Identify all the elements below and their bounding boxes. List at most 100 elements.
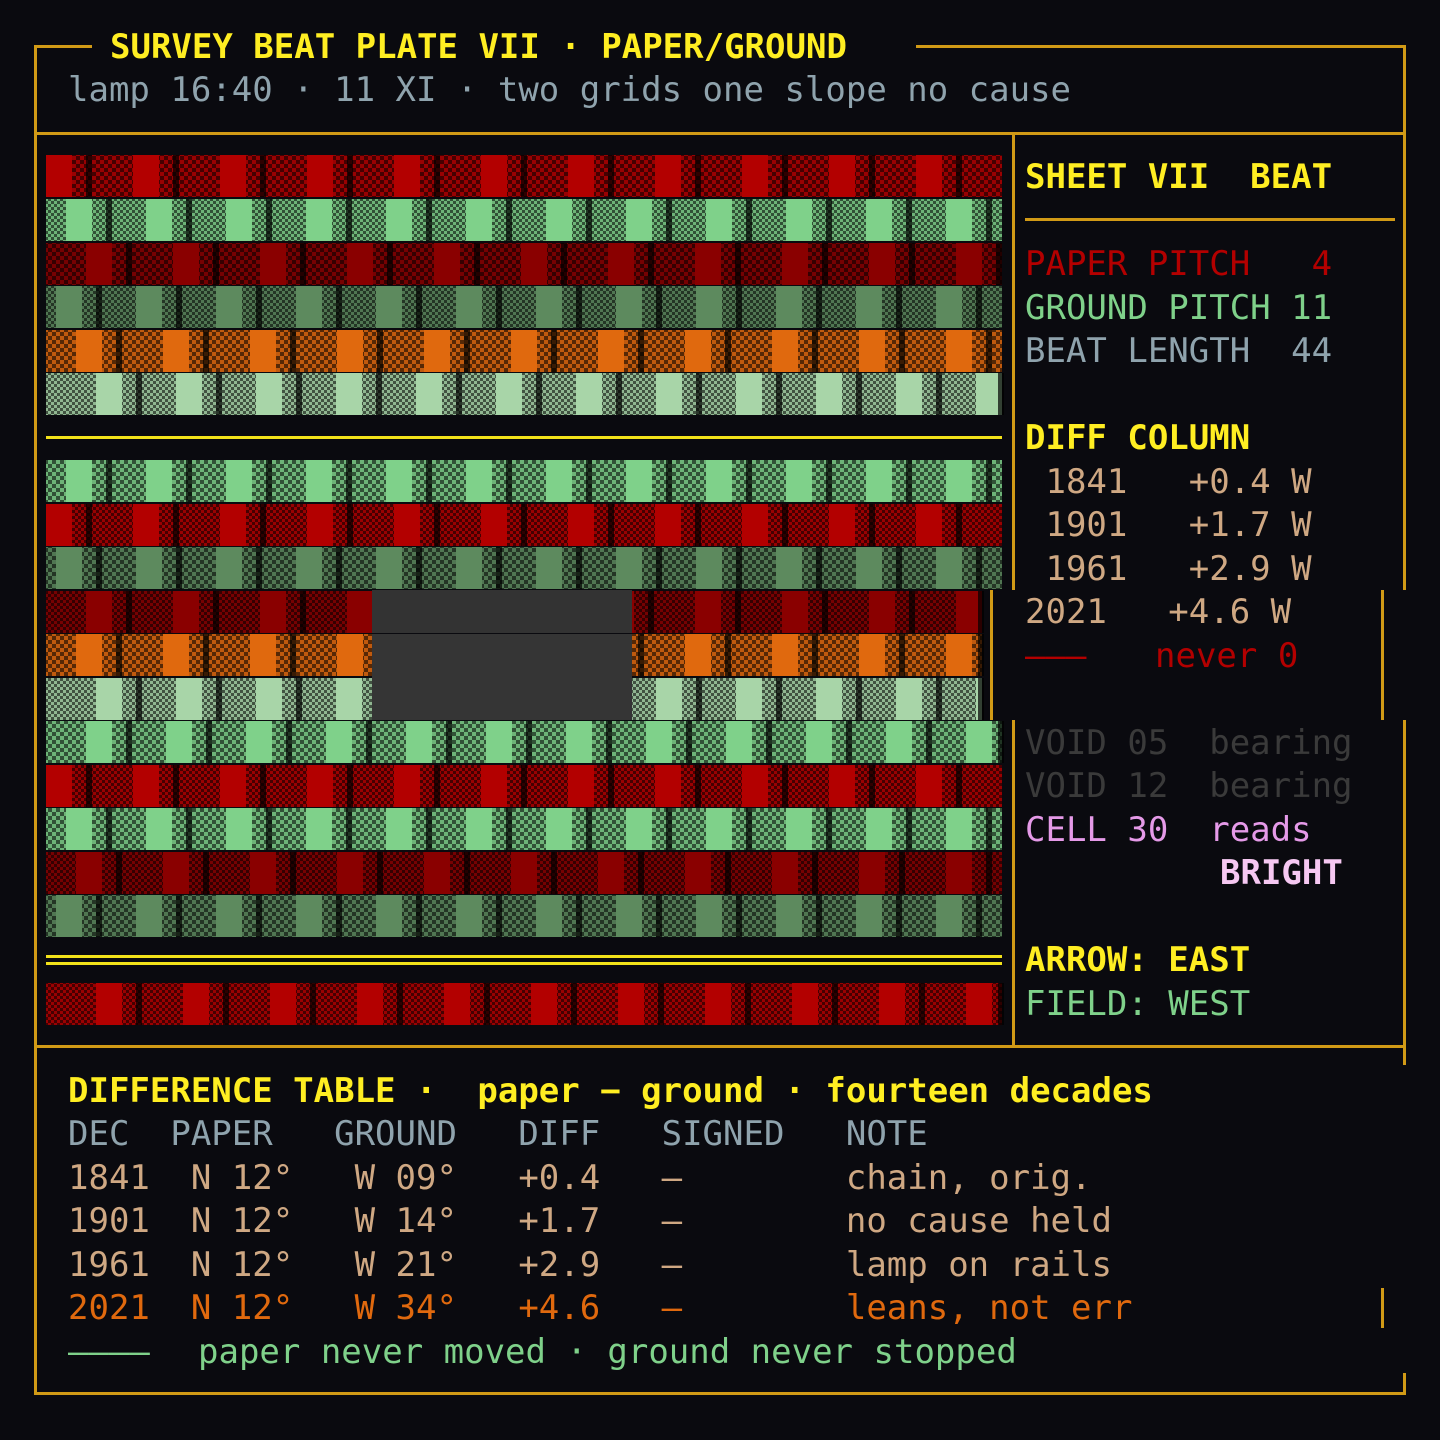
mosaic-cell — [296, 286, 322, 328]
table-row-highlight: 2021 N 12° W 34° +4.6 — leans, not err — [68, 1288, 1133, 1328]
footer-text: paper never moved · ground never stopped — [198, 1332, 1017, 1372]
mosaic-cell — [536, 895, 562, 937]
mosaic-cell — [216, 286, 242, 328]
mosaic-cell — [496, 373, 522, 415]
mosaic-gap — [608, 504, 614, 546]
cell-30: CELL 30 reads — [1025, 810, 1312, 850]
mosaic-cell — [133, 765, 159, 807]
mosaic-gap — [551, 330, 557, 372]
mosaic-cell — [866, 199, 892, 241]
mosaic-gap — [206, 721, 212, 763]
mosaic-gap — [377, 330, 383, 372]
mosaic-gap — [86, 504, 92, 546]
mosaic-gap — [496, 286, 502, 328]
mosaic-gap — [434, 765, 440, 807]
mosaic-cell — [337, 330, 363, 372]
mosaic-cell — [546, 808, 572, 850]
mosaic-gap — [735, 591, 741, 633]
mosaic-gap — [336, 547, 342, 589]
mosaic-cell — [357, 983, 383, 1025]
mosaic-gap — [136, 678, 142, 720]
mosaic-cell — [394, 504, 420, 546]
mosaic-cell — [546, 460, 572, 502]
mosaic-cell — [829, 155, 855, 197]
mosaic-cell — [869, 591, 895, 633]
mosaic-gap — [416, 286, 422, 328]
mosaic-gap — [186, 199, 192, 241]
mosaic-cell — [806, 721, 832, 763]
mosaic-gap — [347, 765, 353, 807]
mosaic-cell — [829, 504, 855, 546]
mosaic-cell — [416, 373, 442, 415]
mosaic-cell — [736, 373, 762, 415]
mosaic-gap — [426, 199, 432, 241]
mosaic-cell — [568, 765, 594, 807]
mosaic-cell — [226, 808, 252, 850]
mosaic-gap — [782, 155, 788, 197]
mosaic-cell — [307, 765, 333, 807]
mosaic-cell — [256, 373, 282, 415]
mosaic-gap — [998, 721, 1004, 763]
mosaic-gap — [746, 199, 752, 241]
mosaic-gap — [416, 895, 422, 937]
mosaic-cell — [856, 286, 882, 328]
mosaic-cell — [616, 895, 642, 937]
mosaic-gap — [203, 330, 209, 372]
mosaic-cell — [966, 721, 992, 763]
mosaic-gap — [826, 808, 832, 850]
mosaic-cell — [816, 373, 842, 415]
mosaic-gap — [776, 373, 782, 415]
mosaic-cell — [86, 243, 112, 285]
mosaic-gap — [696, 678, 702, 720]
mosaic-gap — [86, 765, 92, 807]
mosaic-cell — [226, 199, 252, 241]
mosaic-cell — [307, 155, 333, 197]
mosaic-cell — [866, 460, 892, 502]
mosaic-gap — [96, 895, 102, 937]
mosaic-gap — [346, 808, 352, 850]
mosaic-cell — [576, 373, 602, 415]
mosaic-cell — [886, 721, 912, 763]
mosaic-cell — [696, 895, 722, 937]
mosaic-gap — [136, 983, 142, 1025]
mosaic-gap — [536, 373, 542, 415]
mosaic-gap — [173, 155, 179, 197]
mosaic-cell — [336, 678, 362, 720]
mosaic-gap — [846, 721, 852, 763]
mosaic-cell — [655, 155, 681, 197]
mosaic-cell — [260, 243, 286, 285]
mosaic-cell — [655, 765, 681, 807]
mosaic-cell — [685, 634, 711, 676]
mosaic-cell — [220, 765, 246, 807]
mosaic-cell — [96, 678, 122, 720]
mosaic-cell — [46, 504, 72, 546]
mosaic-gap — [666, 199, 672, 241]
mosaic-cell — [786, 808, 812, 850]
mosaic-gap — [434, 504, 440, 546]
mosaic-gap — [696, 373, 702, 415]
mosaic-cell — [424, 852, 450, 894]
mosaic-cell — [776, 895, 802, 937]
mosaic-cell — [76, 634, 102, 676]
mosaic-gap — [896, 895, 902, 937]
mosaic-gap — [96, 547, 102, 589]
mosaic-cell — [772, 634, 798, 676]
mosaic-cell — [646, 721, 672, 763]
mosaic-separator-2a — [46, 955, 1002, 958]
mosaic-cell — [326, 721, 352, 763]
mosaic-cell — [656, 373, 682, 415]
mosaic-cell — [376, 547, 402, 589]
mosaic-gap — [926, 721, 932, 763]
mosaic-gap — [736, 286, 742, 328]
mosaic-cell — [376, 895, 402, 937]
mosaic-gap — [822, 591, 828, 633]
mosaic-gap — [186, 460, 192, 502]
mosaic-gap — [526, 721, 532, 763]
mosaic-cell — [306, 808, 332, 850]
mosaic-cell — [936, 547, 962, 589]
mosaic-gap — [978, 591, 984, 633]
mosaic-cell — [655, 504, 681, 546]
mosaic-gap — [260, 155, 266, 197]
mosaic-cell — [166, 721, 192, 763]
mosaic-gap — [986, 808, 992, 850]
